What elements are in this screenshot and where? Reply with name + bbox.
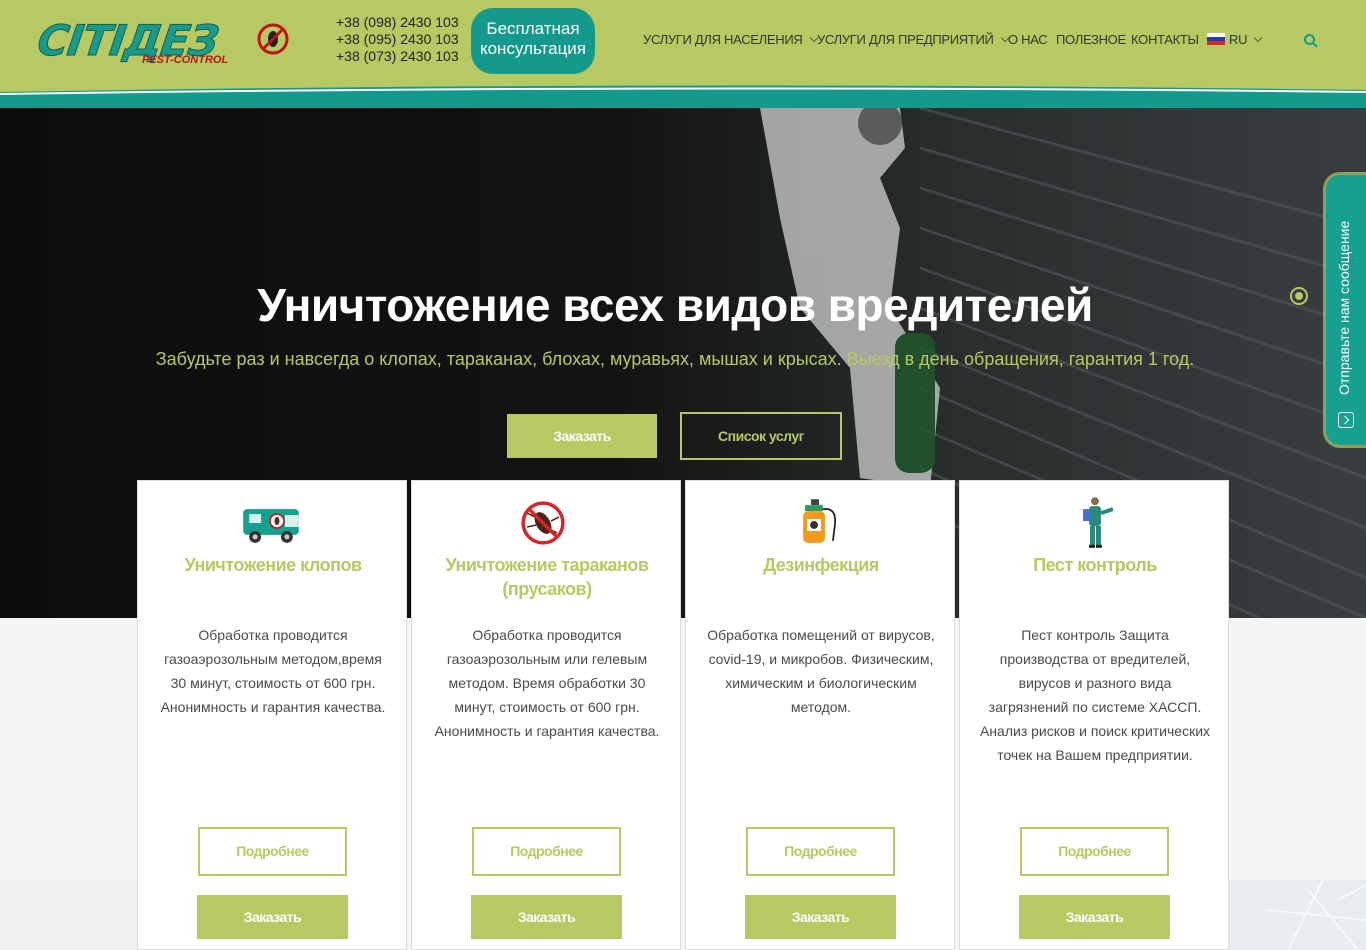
card-more-button[interactable]: Подробнее [198, 827, 347, 876]
card-order-button[interactable]: Заказать [471, 895, 622, 939]
bottom-right-decoration [1228, 880, 1366, 950]
phone-list: +38 (098) 2430 103 +38 (095) 2430 103 +3… [336, 14, 466, 65]
phone-link-1[interactable]: +38 (098) 2430 103 [336, 14, 466, 31]
send-message-tab[interactable]: Отправьте нам сообщение [1326, 175, 1366, 445]
no-cockroach-icon [521, 501, 565, 545]
nav-label: УСЛУГИ ДЛЯ ПРЕДПРИЯТИЙ [817, 32, 994, 47]
nav-label: КОНТАКТЫ [1131, 32, 1199, 47]
phone-link-3[interactable]: +38 (073) 2430 103 [336, 48, 466, 65]
card-description: Пест контроль Защита производства от вре… [979, 627, 1211, 763]
card-title: Пест контроль [1033, 555, 1157, 575]
chevron-down-icon [1253, 33, 1263, 43]
card-description: Обработка проводится газоаэрозольным мет… [160, 627, 386, 715]
site-logo[interactable]: CITIДЕЗ PEST-CONTROL [34, 16, 290, 68]
bottom-left-decoration [0, 880, 140, 950]
card-order-button[interactable]: Заказать [1019, 895, 1170, 939]
card-title: Уничтожение клопов [184, 555, 362, 575]
card-order-button[interactable]: Заказать [745, 895, 896, 939]
hero-subtitle: Забудьте раз и навсегда о клопах, тарака… [155, 349, 1195, 369]
phone-link-2[interactable]: +38 (095) 2430 103 [336, 31, 466, 48]
card-description: Обработка помещений от вирусов, covid-19… [707, 627, 935, 715]
card-description: Обработка проводится газоаэрозольным или… [434, 627, 660, 739]
card-more-button[interactable]: Подробнее [1020, 827, 1169, 876]
service-card-cockroaches: Уничтожение тараканов (прусаков) Обработ… [411, 480, 681, 950]
card-order-button[interactable]: Заказать [197, 895, 348, 939]
nav-item-business-services[interactable]: УСЛУГИ ДЛЯ ПРЕДПРИЯТИЙ [817, 31, 1009, 49]
card-title: Уничтожение тараканов (прусаков) [445, 555, 649, 599]
chevron-right-icon [1338, 412, 1354, 428]
card-title: Дезинфекция [763, 555, 879, 575]
logo-subtitle: PEST-CONTROL [142, 54, 229, 66]
send-message-label: Отправьте нам сообщение [1336, 220, 1352, 395]
nav-item-residential-services[interactable]: УСЛУГИ ДЛЯ НАСЕЛЕНИЯ [643, 31, 818, 49]
hero-order-button[interactable]: Заказать [507, 414, 657, 458]
nav-label: ПОЛЕЗНОЕ [1056, 32, 1126, 47]
language-selector[interactable]: RU [1207, 31, 1263, 49]
nav-label: О НАС [1008, 32, 1048, 47]
nav-item-contacts[interactable]: КОНТАКТЫ [1131, 31, 1199, 49]
exterminator-icon [1083, 497, 1114, 548]
van-icon [243, 509, 299, 543]
nav-item-useful[interactable]: ПОЛЕЗНОЕ [1056, 31, 1126, 49]
service-card-bedbugs: Уничтожение клопов Обработка проводится … [137, 480, 407, 950]
russian-flag-icon [1207, 33, 1225, 45]
header-wave-decoration [0, 85, 1366, 108]
service-card-pest-control: Пест контроль Пест контроль Защита произ… [959, 480, 1229, 950]
no-bug-icon [257, 23, 289, 55]
card-more-button[interactable]: Подробнее [472, 827, 621, 876]
free-consultation-button[interactable]: Бесплатная консультация [471, 8, 595, 74]
sprayer-icon [803, 499, 837, 543]
search-icon[interactable] [1303, 33, 1319, 49]
nav-item-about[interactable]: О НАС [1008, 31, 1048, 49]
card-more-button[interactable]: Подробнее [746, 827, 895, 876]
slider-dot-active[interactable] [1290, 287, 1308, 305]
site-header: CITIДЕЗ PEST-CONTROL +38 (098) 2430 103 … [0, 0, 1366, 108]
services-list-button[interactable]: Список услуг [680, 412, 842, 460]
network-pattern [1267, 880, 1366, 950]
nav-label: УСЛУГИ ДЛЯ НАСЕЛЕНИЯ [643, 32, 803, 47]
service-card-disinfection: Дезинфекция Обработка помещений от вирус… [685, 480, 955, 950]
language-label: RU [1229, 32, 1248, 47]
hero-title: Уничтожение всех видов вредителей [257, 279, 1093, 331]
